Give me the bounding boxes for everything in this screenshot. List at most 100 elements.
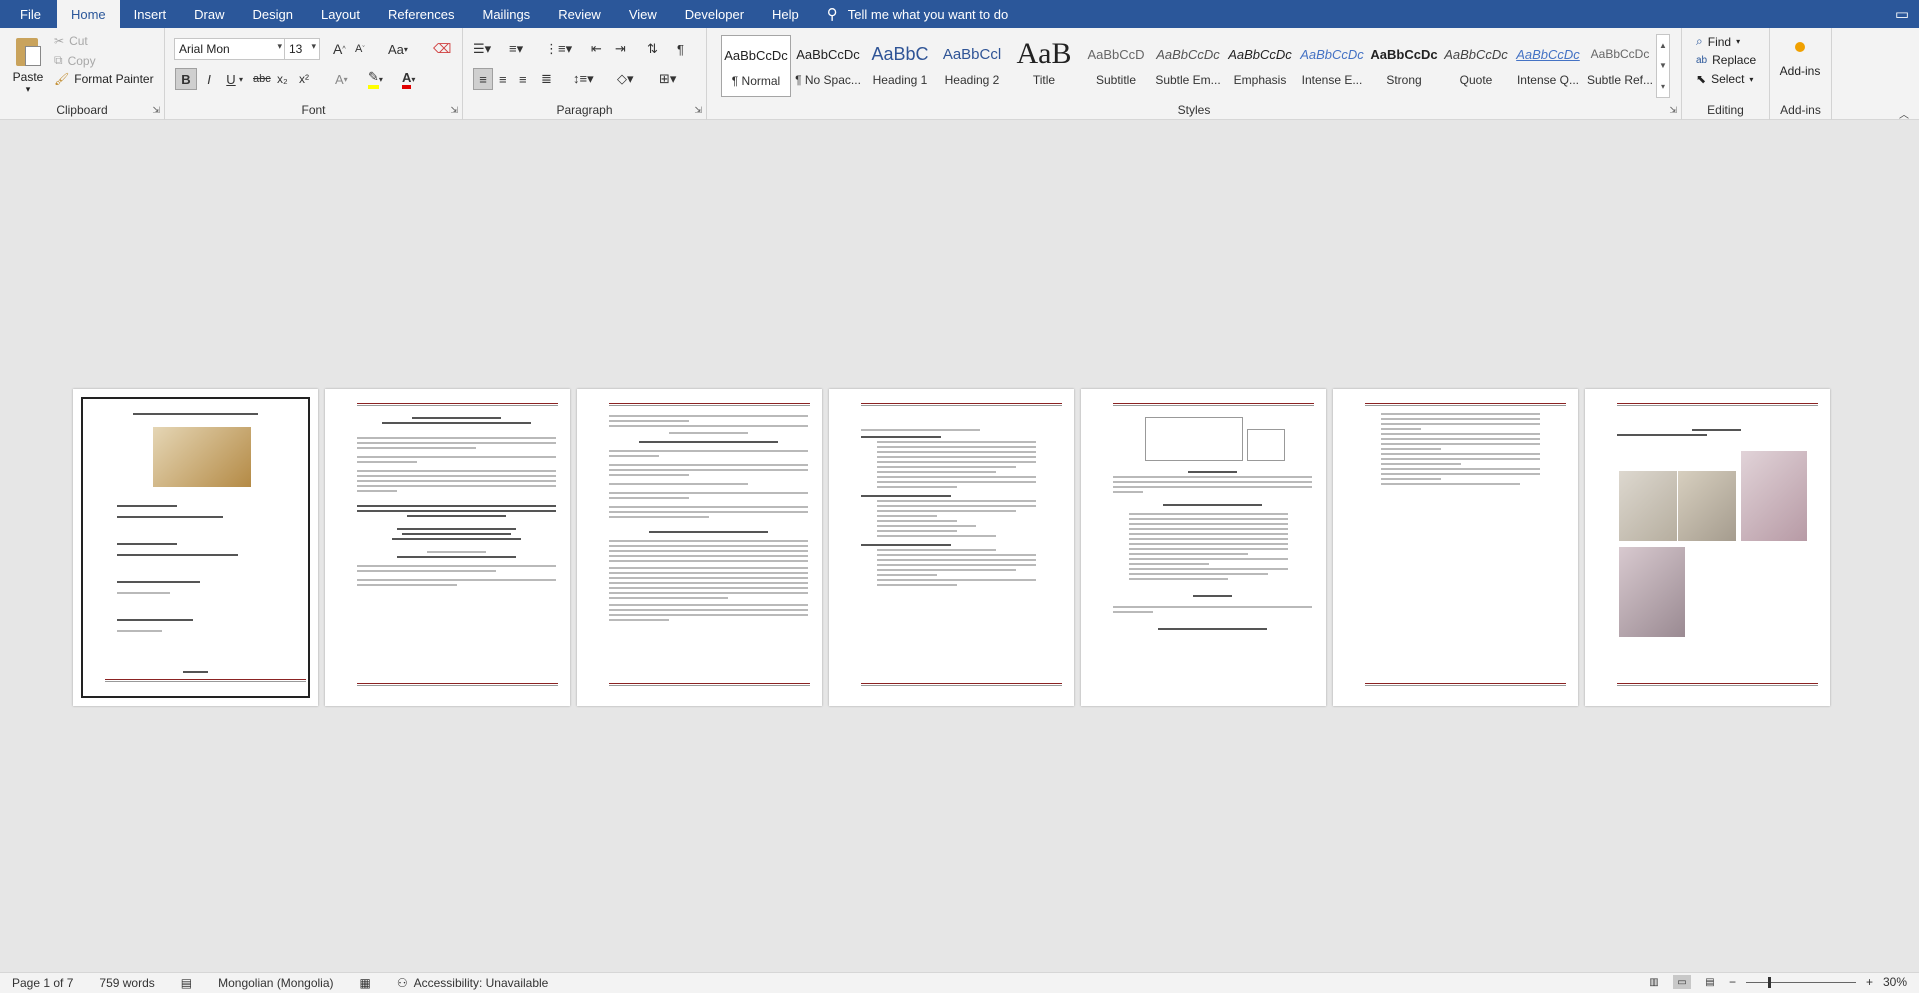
sort-icon[interactable]: ⇅ bbox=[647, 38, 658, 60]
style-subtle-reference[interactable]: AaBbCcDc Subtle Ref... bbox=[1585, 35, 1655, 97]
style-emphasis[interactable]: AaBbCcDc Emphasis bbox=[1225, 35, 1295, 97]
highlight-button[interactable]: ✎ ▾ bbox=[368, 68, 383, 90]
collapse-ribbon-icon[interactable]: ︿ bbox=[1899, 106, 1909, 121]
styles-scrollbar[interactable]: ▲ ▼ ▾ bbox=[1656, 34, 1670, 98]
bullets-icon[interactable]: ☰▾ bbox=[473, 38, 491, 60]
align-right-icon[interactable]: ≡ bbox=[519, 68, 527, 90]
zoom-out-button[interactable]: − bbox=[1729, 975, 1736, 989]
text-effects-button[interactable]: A ▾ bbox=[335, 68, 348, 90]
tab-design[interactable]: Design bbox=[239, 0, 307, 28]
page-thumbnail-4[interactable] bbox=[829, 389, 1074, 706]
page-count[interactable]: Page 1 of 7 bbox=[12, 976, 73, 990]
line-spacing-icon[interactable]: ↕≡▾ bbox=[573, 68, 594, 90]
style-normal[interactable]: AaBbCcDc ¶ Normal bbox=[721, 35, 791, 97]
chevron-up-icon[interactable]: ▲ bbox=[1659, 41, 1667, 50]
tab-references[interactable]: References bbox=[374, 0, 468, 28]
dialog-launcher-icon[interactable]: ⇲ bbox=[1669, 105, 1677, 116]
style-subtle-emphasis[interactable]: AaBbCcDc Subtle Em... bbox=[1153, 35, 1223, 97]
tell-me-box[interactable]: ⚲ Tell me what you want to do bbox=[827, 5, 1008, 23]
font-color-button[interactable]: A ▾ bbox=[402, 68, 415, 90]
font-size-input[interactable]: 13 ▾ bbox=[284, 38, 320, 60]
more-icon[interactable]: ▾ bbox=[1661, 82, 1665, 91]
align-center-icon[interactable]: ≡ bbox=[499, 68, 507, 90]
superscript-button[interactable]: x² bbox=[299, 68, 309, 90]
style-no-spacing[interactable]: AaBbCcDc ¶ No Spac... bbox=[793, 35, 863, 97]
font-name-input[interactable]: Arial Mon ▾ bbox=[174, 38, 286, 60]
tab-help[interactable]: Help bbox=[758, 0, 813, 28]
dialog-launcher-icon[interactable]: ⇲ bbox=[450, 105, 458, 116]
cut-button[interactable]: ✂ Cut bbox=[54, 34, 88, 48]
page-thumbnail-1[interactable] bbox=[73, 389, 318, 706]
shrink-font-button[interactable]: Aˇ bbox=[355, 38, 365, 60]
replace-button[interactable]: ab Replace bbox=[1696, 53, 1756, 67]
borders-icon[interactable]: ⊞▾ bbox=[659, 68, 676, 90]
document-canvas[interactable] bbox=[0, 121, 1919, 972]
chevron-down-icon[interactable]: ▾ bbox=[239, 68, 243, 90]
increase-indent-icon[interactable]: ⇥ bbox=[615, 38, 626, 60]
page-thumbnail-5[interactable] bbox=[1081, 389, 1326, 706]
subscript-button[interactable]: x₂ bbox=[277, 68, 288, 90]
menu-bar: File Home Insert Draw Design Layout Refe… bbox=[0, 0, 1919, 28]
macro-record-icon[interactable]: ▦ bbox=[360, 976, 371, 990]
paste-button[interactable]: Paste ▾ bbox=[12, 34, 44, 95]
select-button[interactable]: ⬉ Select ▾ bbox=[1696, 72, 1753, 86]
pilcrow-icon[interactable]: ¶ bbox=[677, 38, 684, 60]
page-thumbnail-7[interactable] bbox=[1585, 389, 1830, 706]
zoom-slider-thumb[interactable] bbox=[1767, 976, 1771, 988]
style-name: Heading 2 bbox=[944, 73, 1000, 87]
read-mode-icon[interactable]: ▥ bbox=[1645, 975, 1663, 989]
shading-icon[interactable]: ◇▾ bbox=[617, 68, 634, 90]
tab-layout[interactable]: Layout bbox=[307, 0, 374, 28]
style-strong[interactable]: AaBbCcDc Strong bbox=[1369, 35, 1439, 97]
change-case-button[interactable]: Aa ▾ bbox=[388, 38, 408, 60]
clear-formatting-icon[interactable]: ⌫ bbox=[433, 38, 451, 60]
style-intense-emphasis[interactable]: AaBbCcDc Intense E... bbox=[1297, 35, 1367, 97]
style-subtitle[interactable]: AaBbCcD Subtitle bbox=[1081, 35, 1151, 97]
zoom-in-button[interactable]: + bbox=[1866, 975, 1873, 989]
page-thumbnail-2[interactable] bbox=[325, 389, 570, 706]
proofing-icon[interactable]: ▤ bbox=[181, 976, 192, 990]
numbering-icon[interactable]: ≡▾ bbox=[509, 38, 523, 60]
page-thumbnail-6[interactable] bbox=[1333, 389, 1578, 706]
italic-button[interactable]: I bbox=[201, 68, 217, 90]
justify-icon[interactable]: ≣ bbox=[541, 68, 552, 90]
align-left-icon[interactable]: ≡ bbox=[473, 68, 493, 90]
web-layout-icon[interactable]: ▤ bbox=[1701, 975, 1719, 989]
find-button[interactable]: ⌕ Find ▾ bbox=[1696, 34, 1740, 49]
bold-button[interactable]: B bbox=[175, 68, 197, 90]
comment-icon[interactable]: ▭ bbox=[1895, 5, 1909, 23]
cursor-icon: ⬉ bbox=[1696, 72, 1707, 86]
tab-home[interactable]: Home bbox=[56, 0, 120, 28]
dialog-launcher-icon[interactable]: ⇲ bbox=[152, 105, 160, 116]
print-layout-icon[interactable]: ▭ bbox=[1672, 975, 1691, 989]
style-heading-2[interactable]: AaBbCcl Heading 2 bbox=[937, 35, 1007, 97]
tab-developer[interactable]: Developer bbox=[671, 0, 758, 28]
style-title[interactable]: AaB Title bbox=[1009, 35, 1079, 97]
multilevel-list-icon[interactable]: ⋮≡▾ bbox=[545, 38, 572, 60]
language[interactable]: Mongolian (Mongolia) bbox=[218, 976, 333, 990]
style-intense-quote[interactable]: AaBbCcDc Intense Q... bbox=[1513, 35, 1583, 97]
page-thumbnail-3[interactable] bbox=[577, 389, 822, 706]
dialog-launcher-icon[interactable]: ⇲ bbox=[694, 105, 702, 116]
strikethrough-button[interactable]: abc bbox=[253, 68, 271, 90]
grow-font-button[interactable]: A ^ bbox=[333, 38, 346, 60]
addins-button[interactable]: Add-ins bbox=[1778, 38, 1822, 78]
style-quote[interactable]: AaBbCcDc Quote bbox=[1441, 35, 1511, 97]
copy-button[interactable]: ⧉ Copy bbox=[54, 53, 96, 68]
tab-insert[interactable]: Insert bbox=[120, 0, 181, 28]
chevron-down-icon[interactable]: ▼ bbox=[1659, 61, 1667, 70]
style-heading-1[interactable]: AaBbC Heading 1 bbox=[865, 35, 935, 97]
tab-mailings[interactable]: Mailings bbox=[469, 0, 545, 28]
tab-file[interactable]: File bbox=[0, 0, 57, 28]
format-painter-button[interactable]: 🖌 Format Painter bbox=[54, 72, 154, 86]
tab-review[interactable]: Review bbox=[544, 0, 615, 28]
word-count[interactable]: 759 words bbox=[99, 976, 154, 990]
tab-view[interactable]: View bbox=[615, 0, 671, 28]
tab-draw[interactable]: Draw bbox=[180, 0, 238, 28]
decrease-indent-icon[interactable]: ⇤ bbox=[591, 38, 602, 60]
zoom-level[interactable]: 30% bbox=[1883, 975, 1907, 989]
accessibility-status[interactable]: ⚇ Accessibility: Unavailable bbox=[397, 976, 549, 990]
zoom-slider[interactable] bbox=[1745, 976, 1856, 988]
underline-button[interactable]: U bbox=[223, 68, 239, 90]
style-name: Heading 1 bbox=[872, 73, 928, 87]
